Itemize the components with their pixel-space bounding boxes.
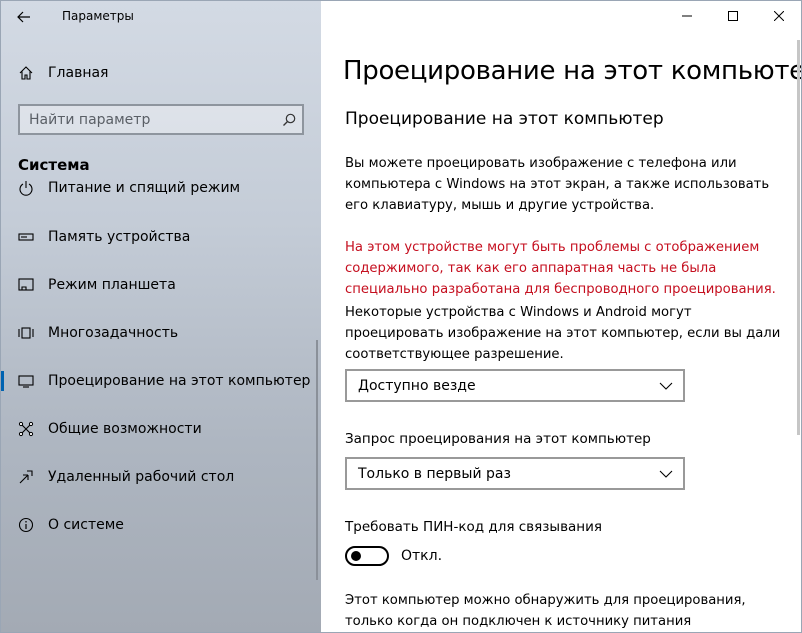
sidebar-item-about[interactable]: О системе	[0, 501, 321, 549]
sidebar-item-label: Питание и спящий режим	[48, 180, 241, 196]
info-icon	[18, 517, 34, 533]
search-input[interactable]	[20, 106, 276, 133]
warning-text: На этом устройстве могут быть проблемы с…	[345, 237, 776, 300]
minimize-icon	[682, 15, 692, 17]
ask-value: Только в первый раз	[358, 465, 511, 482]
sidebar-item-label: Проецирование на этот компьютер	[48, 373, 311, 389]
search-box[interactable]	[18, 104, 304, 135]
close-icon	[774, 11, 784, 21]
ask-dropdown[interactable]: Только в первый раз	[345, 457, 685, 490]
intro-line: Вы можете проецировать изображение с тел…	[345, 156, 737, 171]
sidebar-item-multitasking[interactable]: Многозадачность	[0, 309, 321, 357]
intro-text: Вы можете проецировать изображение с тел…	[345, 153, 775, 216]
minimize-button[interactable]	[664, 0, 710, 32]
discover-line: только когда он подключен к источнику пи…	[345, 614, 692, 629]
pin-toggle[interactable]	[345, 546, 389, 566]
sidebar-item-projecting[interactable]: Проецирование на этот компьютер	[0, 357, 321, 405]
sidebar-item-tablet-mode[interactable]: Режим планшета	[0, 261, 321, 309]
chevron-down-icon	[659, 470, 673, 478]
warning-line: На этом устройстве могут быть проблемы с…	[345, 240, 760, 255]
sidebar: Параметры Главная Система Питание и спящ…	[0, 0, 321, 633]
intro-line: компьютера с Windows на этот экран, а та…	[345, 177, 770, 192]
sidebar-item-label: Режим планшета	[48, 277, 176, 293]
storage-icon	[18, 229, 34, 245]
multitasking-icon	[18, 325, 34, 341]
availability-dropdown[interactable]: Доступно везде	[345, 369, 685, 402]
availability-line: проецировать изображение на этот компьют…	[345, 326, 781, 341]
toggle-knob	[351, 551, 361, 561]
tablet-mode-icon	[18, 277, 34, 293]
availability-value: Доступно везде	[358, 377, 476, 394]
sidebar-item-label: Удаленный рабочий стол	[48, 469, 235, 485]
sidebar-item-home[interactable]: Главная	[0, 56, 321, 90]
sidebar-item-storage[interactable]: Память устройства	[0, 213, 321, 261]
back-button[interactable]	[8, 4, 40, 30]
maximize-icon	[728, 11, 738, 21]
chevron-down-icon	[659, 382, 673, 390]
remote-desktop-icon	[18, 469, 34, 485]
maximize-button[interactable]	[710, 0, 756, 32]
availability-line: соответствующее разрешение.	[345, 347, 564, 362]
sidebar-item-label: Главная	[48, 65, 109, 81]
sidebar-item-power[interactable]: Питание и спящий режим	[0, 170, 321, 212]
availability-text: Некоторые устройства с Windows и Android…	[345, 302, 781, 365]
sidebar-nav: Питание и спящий режим Память устройства…	[0, 170, 321, 633]
sidebar-item-label: Память устройства	[48, 229, 191, 245]
window-controls	[664, 0, 802, 32]
intro-line: его клавиатуру, мышь и другие устройства…	[345, 198, 655, 213]
search-icon[interactable]	[276, 113, 302, 127]
pin-toggle-row: Откл.	[345, 546, 442, 566]
power-icon	[18, 180, 34, 196]
sidebar-item-label: Общие возможности	[48, 421, 202, 437]
content-pane: Проецирование на этот компьютер Проециро…	[321, 0, 802, 633]
warning-line: содержимого, так как его аппаратная част…	[345, 261, 717, 276]
section-heading: Проецирование на этот компьютер	[345, 109, 664, 129]
sidebar-item-label: Многозадачность	[48, 325, 179, 341]
app-title: Параметры	[62, 9, 134, 23]
sidebar-item-remote-desktop[interactable]: Удаленный рабочий стол	[0, 453, 321, 501]
close-button[interactable]	[756, 0, 802, 32]
shared-experiences-icon	[18, 421, 34, 437]
content-scrollbar[interactable]	[797, 40, 800, 435]
back-arrow-icon	[17, 11, 30, 23]
sidebar-item-label: О системе	[48, 517, 124, 533]
discover-text: Этот компьютер можно обнаружить для прое…	[345, 590, 775, 632]
active-indicator	[0, 371, 4, 391]
discover-line: Этот компьютер можно обнаружить для прое…	[345, 593, 746, 608]
ask-label: Запрос проецирования на этот компьютер	[345, 431, 651, 447]
title-bar: Параметры	[0, 0, 321, 32]
page-title: Проецирование на этот компьютер	[343, 56, 802, 86]
warning-line: специально разработана для беспроводного…	[345, 282, 776, 297]
availability-line: Некоторые устройства с Windows и Android…	[345, 305, 692, 320]
home-icon	[18, 65, 34, 81]
pin-toggle-state: Откл.	[401, 548, 443, 564]
sidebar-scrollbar[interactable]	[316, 340, 318, 580]
projecting-icon	[18, 373, 34, 389]
sidebar-item-shared-experiences[interactable]: Общие возможности	[0, 405, 321, 453]
pin-label: Требовать ПИН-код для связывания	[345, 519, 603, 535]
